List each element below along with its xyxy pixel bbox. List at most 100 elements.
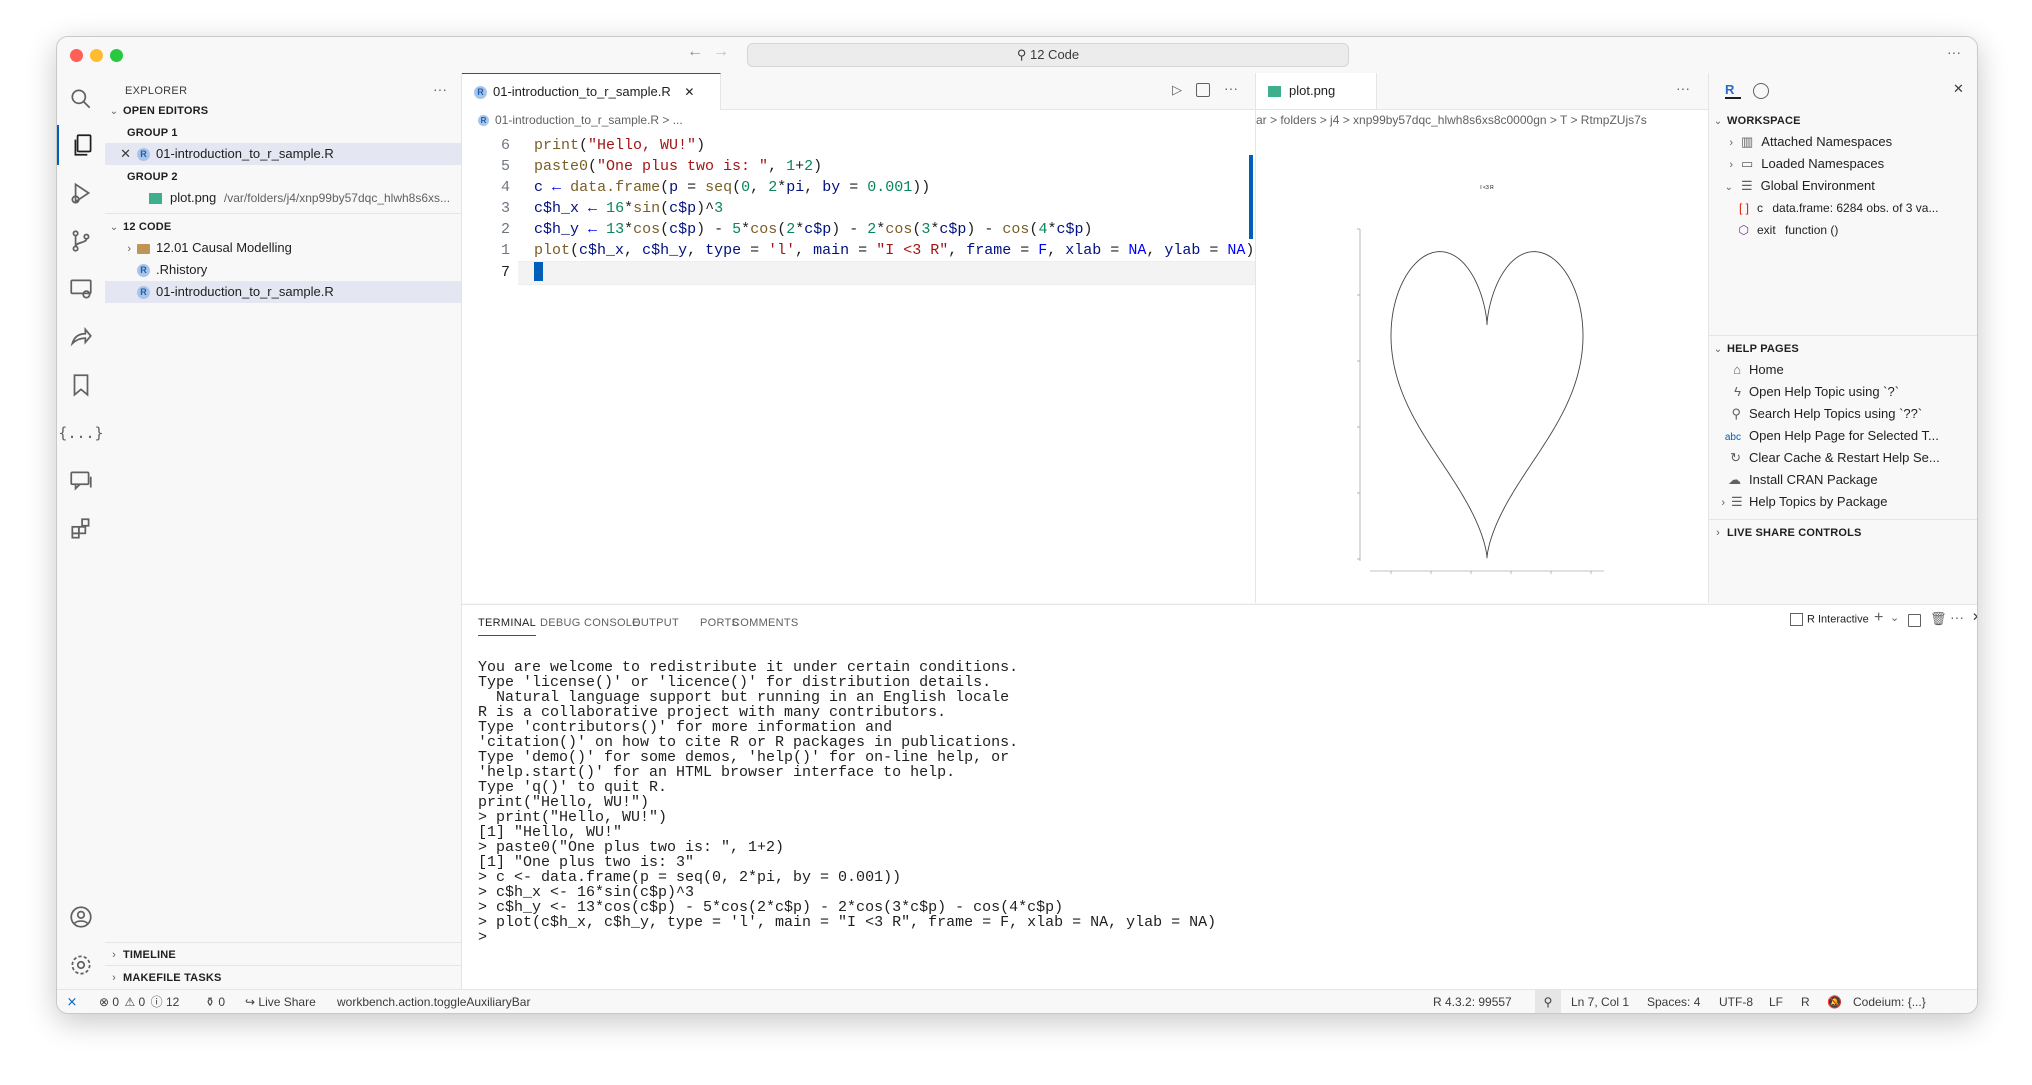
code-line: c ← data.frame(p = seq(0, 2*pi, by = 0.0… <box>534 179 931 196</box>
r-version-status[interactable]: R 4.3.2: 99557 <box>1433 990 1512 1013</box>
explorer-more-icon[interactable]: ··· <box>433 81 447 97</box>
terminal-output[interactable]: You are welcome to redistribute it under… <box>478 645 1216 975</box>
env-variable-c[interactable]: [ ] c data.frame: 6284 obs. of 3 va... <box>1709 197 1977 219</box>
status-command[interactable]: workbench.action.toggleAuxiliaryBar <box>337 990 530 1013</box>
explorer-icon[interactable] <box>57 125 107 165</box>
close-icon[interactable]: ✕ <box>105 143 131 165</box>
open-editors-header[interactable]: ⌄ OPEN EDITORS <box>105 99 461 121</box>
tree-item-rhistory[interactable]: R .Rhistory <box>105 259 461 281</box>
remote-explorer-icon[interactable] <box>57 269 105 309</box>
ports-indicator[interactable]: ⚱ 0 <box>205 990 225 1013</box>
help-topics-by-package[interactable]: › ☰ Help Topics by Package <box>1709 491 1977 513</box>
zoom-icon[interactable]: ⚲ <box>1535 990 1561 1013</box>
run-debug-icon[interactable] <box>57 173 105 213</box>
more-actions-icon[interactable]: ··· <box>1947 44 1961 60</box>
remote-indicator-icon[interactable]: ⨯ <box>57 990 87 1013</box>
tab-output[interactable]: OUTPUT <box>632 617 679 629</box>
workspace-loaded-namespaces[interactable]: › ▭ Loaded Namespaces <box>1709 153 1977 175</box>
warning-icon: ⚠ <box>124 995 136 1009</box>
r-file-icon: R <box>137 286 150 300</box>
title-bar: ← → ⚲ 12 Code ··· <box>57 37 1977 74</box>
cursor-position[interactable]: Ln 7, Col 1 <box>1571 990 1629 1013</box>
help-search-topics[interactable]: ⚲ Search Help Topics using `??` <box>1709 403 1977 425</box>
settings-gear-icon[interactable] <box>57 945 105 985</box>
live-share-icon[interactable] <box>57 317 105 357</box>
panel-more-icon[interactable]: ··· <box>1950 609 1964 625</box>
help-open-topic[interactable]: ϟ Open Help Topic using `?` <box>1709 381 1977 403</box>
help-pages-header[interactable]: ⌄ HELP PAGES <box>1709 337 1977 359</box>
makefile-tasks-header[interactable]: › MAKEFILE TASKS <box>105 966 461 988</box>
bottom-panel: TERMINAL DEBUG CONSOLE OUTPUT PORTS COMM… <box>462 604 1977 990</box>
codeium-status[interactable]: Codeium: {...} <box>1853 990 1926 1013</box>
plot-breadcrumb[interactable]: ar > folders > j4 > xnp99by57dqc_hlwh8s6… <box>1256 113 1708 127</box>
live-share-controls-header[interactable]: › LIVE SHARE CONTROLS <box>1709 521 1977 543</box>
trash-icon[interactable]: 🗑 <box>1930 611 1947 627</box>
bookmark-icon[interactable] <box>57 365 105 405</box>
code-line: print("Hello, WU!") <box>534 137 706 154</box>
plot-tab-bar: plot.png ··· <box>1256 73 1708 110</box>
help-install-cran[interactable]: ☁ Install CRAN Package <box>1709 469 1977 491</box>
forward-arrow-icon[interactable]: → <box>713 43 729 61</box>
tree-item-folder[interactable]: › 12.01 Causal Modelling <box>105 237 461 259</box>
workspace-global-environment[interactable]: ⌄ ☰ Global Environment <box>1709 175 1977 197</box>
source-control-icon[interactable] <box>57 221 105 261</box>
live-share-status[interactable]: ↪ Live Share <box>245 990 316 1013</box>
editor-more-icon[interactable]: ··· <box>1224 80 1238 96</box>
terminal-selector[interactable]: R Interactive <box>1790 613 1869 626</box>
vscode-window: ← → ⚲ 12 Code ··· {...} EXPLORER ··· ⌄ O… <box>56 36 1978 1014</box>
search-icon[interactable] <box>57 79 105 119</box>
tree-item-r-file[interactable]: R 01-introduction_to_r_sample.R <box>105 281 461 303</box>
package-icon: ▭ <box>1741 156 1754 171</box>
globe-icon[interactable] <box>1753 83 1769 99</box>
tab-plot-png[interactable]: plot.png <box>1256 73 1377 109</box>
maximize-window-button[interactable] <box>110 49 123 62</box>
chevron-down-icon: ⌄ <box>1724 182 1733 193</box>
back-arrow-icon[interactable]: ← <box>687 43 703 61</box>
breadcrumb[interactable]: R 01-introduction_to_r_sample.R > ... <box>478 113 683 127</box>
split-terminal-icon[interactable] <box>1908 614 1921 627</box>
account-icon[interactable] <box>57 897 105 937</box>
tab-r-file[interactable]: R 01-introduction_to_r_sample.R ✕ <box>462 73 721 110</box>
open-editor-r-file[interactable]: ✕ R 01-introduction_to_r_sample.R <box>105 143 461 165</box>
scrollbar-indicator[interactable] <box>1249 155 1253 239</box>
run-icon[interactable]: ▷ <box>1172 82 1182 98</box>
extensions-icon[interactable] <box>57 509 105 549</box>
minimize-window-button[interactable] <box>90 49 103 62</box>
close-panel-icon[interactable]: ✕ <box>1972 610 1977 624</box>
workspace-attached-namespaces[interactable]: › ▥ Attached Namespaces <box>1709 131 1977 153</box>
tab-terminal[interactable]: TERMINAL <box>478 617 537 636</box>
json-braces-icon[interactable]: {...} <box>57 413 105 453</box>
split-editor-icon[interactable] <box>1196 83 1210 97</box>
env-function-exit[interactable]: ⬡ exit function () <box>1709 219 1977 241</box>
tab-debug-console[interactable]: DEBUG CONSOLE <box>540 617 640 629</box>
image-preview-pane: plot.png ··· ar > folders > j4 > xnp99by… <box>1256 73 1709 603</box>
plot-more-icon[interactable]: ··· <box>1676 80 1690 96</box>
help-home[interactable]: ⌂ Home <box>1709 359 1977 381</box>
tab-comments[interactable]: COMMENTS <box>732 617 799 629</box>
eol-status[interactable]: LF <box>1769 990 1783 1013</box>
language-mode[interactable]: R <box>1801 990 1810 1013</box>
help-clear-cache[interactable]: ↻ Clear Cache & Restart Help Se... <box>1709 447 1977 469</box>
chevron-down-icon[interactable]: ⌄ <box>1890 611 1899 624</box>
close-aux-icon[interactable]: ✕ <box>1953 81 1964 97</box>
help-open-selected[interactable]: abc Open Help Page for Selected T... <box>1709 425 1977 447</box>
problems-indicator[interactable]: ⊗ 0 ⚠ 0 ⓘ 12 <box>99 990 179 1013</box>
refresh-icon: ↻ <box>1730 450 1741 465</box>
encoding-status[interactable]: UTF-8 <box>1719 990 1753 1013</box>
timeline-header[interactable]: › TIMELINE <box>105 943 461 965</box>
open-editor-plot-file[interactable]: plot.png /var/folders/j4/xnp99by57dqc_hl… <box>105 187 461 209</box>
code-line: c$h_y ← 13*cos(c$p) - 5*cos(2*c$p) - 2*c… <box>534 221 1093 238</box>
notifications-off-icon[interactable]: 🔕 <box>1827 990 1842 1013</box>
new-terminal-icon[interactable]: + <box>1874 609 1883 627</box>
command-center[interactable]: ⚲ 12 Code <box>747 43 1349 67</box>
code-area[interactable]: 6 print("Hello, WU!") 5 paste0("One plus… <box>462 135 1255 315</box>
indentation-status[interactable]: Spaces: 4 <box>1647 990 1700 1013</box>
close-window-button[interactable] <box>70 49 83 62</box>
close-tab-icon[interactable]: ✕ <box>684 85 694 99</box>
chevron-right-icon: › <box>127 243 131 255</box>
comments-icon[interactable] <box>57 461 105 501</box>
search-icon: ⚲ <box>1731 406 1741 421</box>
workspace-header[interactable]: ⌄ WORKSPACE <box>1709 109 1977 131</box>
folder-header[interactable]: ⌄ 12 CODE <box>105 215 461 237</box>
r-extension-icon[interactable]: R <box>1725 83 1741 99</box>
